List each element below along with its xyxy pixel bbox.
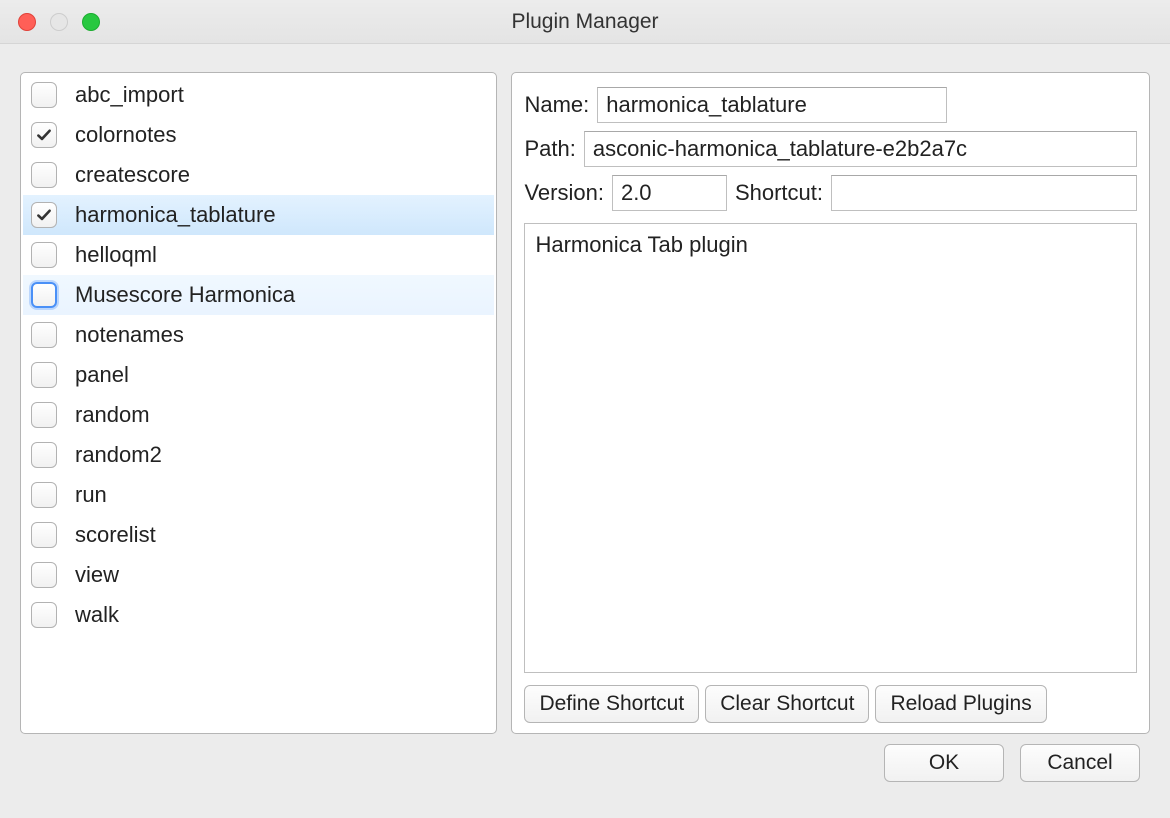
plugin-row[interactable]: createscore [23, 155, 494, 195]
plugin-label: helloqml [75, 242, 157, 268]
plugin-row[interactable]: walk [23, 595, 494, 635]
plugin-checkbox[interactable] [31, 602, 57, 628]
plugin-checkbox[interactable] [31, 202, 57, 228]
plugin-checkbox[interactable] [31, 442, 57, 468]
plugin-checkbox[interactable] [31, 402, 57, 428]
plugin-checkbox[interactable] [31, 82, 57, 108]
plugin-label: createscore [75, 162, 190, 188]
zoom-window-icon[interactable] [82, 13, 100, 31]
plugin-row[interactable]: panel [23, 355, 494, 395]
plugin-label: notenames [75, 322, 184, 348]
plugin-row[interactable]: helloqml [23, 235, 494, 275]
traffic-lights [18, 13, 100, 31]
plugin-label: random2 [75, 442, 162, 468]
action-button-row: Define Shortcut Clear Shortcut Reload Pl… [524, 685, 1137, 723]
plugin-checkbox[interactable] [31, 482, 57, 508]
plugin-label: view [75, 562, 119, 588]
content-area: abc_import colornotes createscore harmonica… [0, 44, 1170, 744]
plugin-label: run [75, 482, 107, 508]
plugin-row[interactable]: scorelist [23, 515, 494, 555]
plugin-row[interactable]: random [23, 395, 494, 435]
plugin-row[interactable]: abc_import [23, 75, 494, 115]
plugin-checkbox[interactable] [31, 162, 57, 188]
description-box: Harmonica Tab plugin [524, 223, 1137, 673]
version-label: Version: [524, 180, 604, 206]
plugin-label: colornotes [75, 122, 177, 148]
footer-buttons: OK Cancel [0, 744, 1170, 782]
define-shortcut-button[interactable]: Define Shortcut [524, 685, 699, 723]
version-input[interactable] [612, 175, 727, 211]
plugin-checkbox[interactable] [31, 282, 57, 308]
name-input[interactable] [597, 87, 947, 123]
plugin-label: abc_import [75, 82, 184, 108]
plugin-list: abc_import colornotes createscore harmonica… [20, 72, 497, 734]
plugin-checkbox[interactable] [31, 242, 57, 268]
plugin-row[interactable]: run [23, 475, 494, 515]
shortcut-label: Shortcut: [735, 180, 823, 206]
plugin-label: panel [75, 362, 129, 388]
plugin-detail-panel: Name: Path: Version: Shortcut: Harmonica… [511, 72, 1150, 734]
titlebar: Plugin Manager [0, 0, 1170, 44]
name-label: Name: [524, 92, 589, 118]
plugin-checkbox[interactable] [31, 362, 57, 388]
plugin-row[interactable]: harmonica_tablature [23, 195, 494, 235]
plugin-checkbox[interactable] [31, 522, 57, 548]
plugin-label: walk [75, 602, 119, 628]
shortcut-input[interactable] [831, 175, 1137, 211]
path-label: Path: [524, 136, 575, 162]
version-shortcut-row: Version: Shortcut: [524, 171, 1137, 215]
plugin-row[interactable]: view [23, 555, 494, 595]
plugin-row[interactable]: random2 [23, 435, 494, 475]
plugin-row[interactable]: notenames [23, 315, 494, 355]
path-input[interactable] [584, 131, 1137, 167]
plugin-checkbox[interactable] [31, 122, 57, 148]
plugin-label: harmonica_tablature [75, 202, 276, 228]
minimize-window-icon [50, 13, 68, 31]
plugin-row[interactable]: colornotes [23, 115, 494, 155]
close-window-icon[interactable] [18, 13, 36, 31]
plugin-label: random [75, 402, 150, 428]
cancel-button[interactable]: Cancel [1020, 744, 1140, 782]
clear-shortcut-button[interactable]: Clear Shortcut [705, 685, 869, 723]
path-row: Path: [524, 127, 1137, 171]
plugin-checkbox[interactable] [31, 562, 57, 588]
plugin-label: Musescore Harmonica [75, 282, 295, 308]
plugin-label: scorelist [75, 522, 156, 548]
plugin-row[interactable]: Musescore Harmonica [23, 275, 494, 315]
window-title: Plugin Manager [0, 10, 1170, 34]
reload-plugins-button[interactable]: Reload Plugins [875, 685, 1046, 723]
ok-button[interactable]: OK [884, 744, 1004, 782]
plugin-checkbox[interactable] [31, 322, 57, 348]
name-row: Name: [524, 83, 1137, 127]
